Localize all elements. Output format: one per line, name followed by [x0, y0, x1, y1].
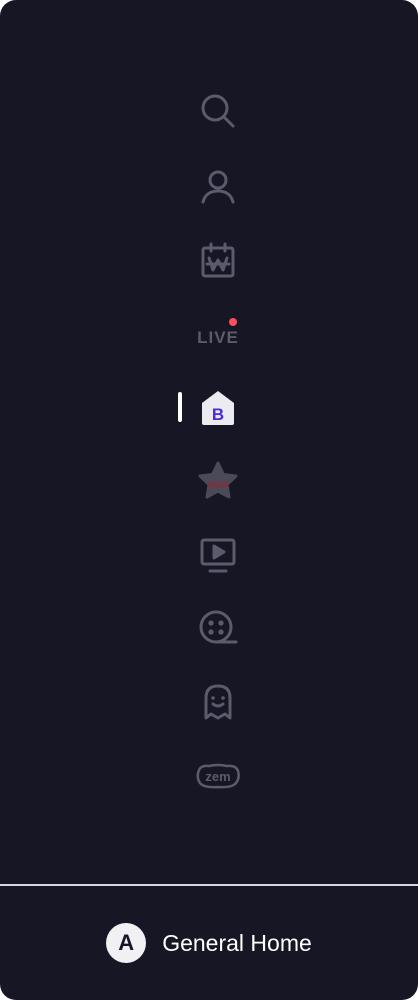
calendar-won-icon — [198, 240, 238, 280]
svg-text:B: B — [212, 405, 224, 424]
sidebar-item-zem[interactable]: zem — [188, 750, 248, 802]
sidebar-panel: LIVE B NEW zem A General Home — [0, 0, 418, 1000]
user-icon — [198, 166, 238, 206]
tv-play-icon — [198, 535, 238, 575]
search-icon — [198, 91, 238, 131]
sidebar-item-ghost[interactable] — [188, 676, 248, 728]
zem-logo-icon: zem — [195, 762, 241, 790]
film-reel-icon — [197, 607, 239, 649]
sidebar-item-video[interactable] — [188, 529, 248, 581]
live-icon: LIVE — [197, 328, 239, 347]
zem-label: zem — [205, 769, 230, 784]
home-b-icon: B — [198, 387, 238, 427]
sidebar-nav: LIVE B NEW zem — [0, 0, 418, 884]
notification-dot — [229, 318, 237, 326]
active-indicator — [178, 392, 182, 422]
star-new-icon: NEW — [197, 460, 239, 502]
sidebar-item-search[interactable] — [188, 85, 248, 137]
sidebar-item-home[interactable]: B — [188, 381, 248, 433]
sidebar-item-new[interactable]: NEW — [188, 455, 248, 507]
sidebar-item-live[interactable]: LIVE — [188, 312, 248, 364]
sidebar-item-calendar[interactable] — [188, 234, 248, 286]
sidebar-item-reel[interactable] — [188, 602, 248, 654]
ghost-icon — [198, 682, 238, 722]
account-footer[interactable]: A General Home — [0, 886, 418, 1000]
account-avatar: A — [106, 923, 147, 963]
new-label: NEW — [208, 480, 230, 490]
sidebar-item-profile[interactable] — [188, 160, 248, 212]
account-label: General Home — [162, 929, 312, 956]
